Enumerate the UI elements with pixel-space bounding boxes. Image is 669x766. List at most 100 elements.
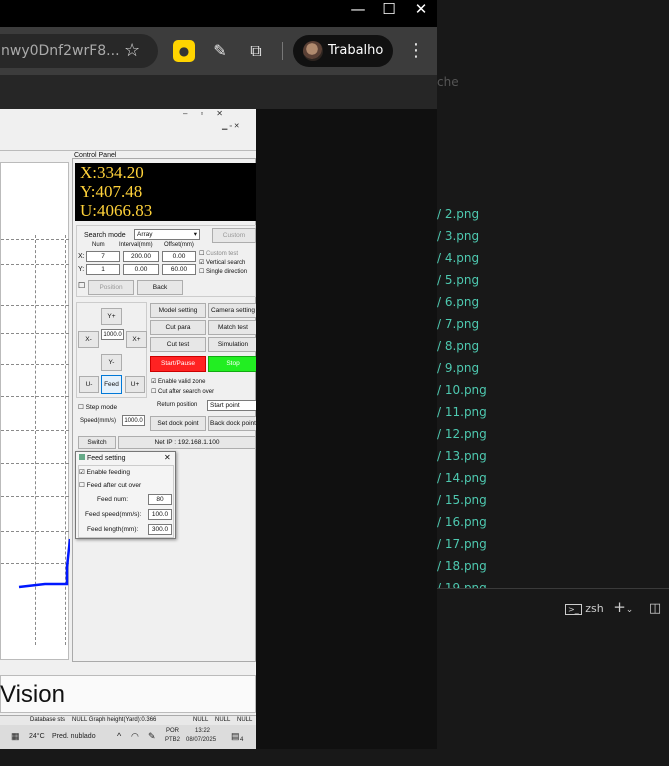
x-offset-field[interactable]: 0.00 bbox=[162, 251, 196, 262]
y-num-field[interactable]: 1 bbox=[86, 264, 120, 275]
file-item[interactable]: / 3.png bbox=[437, 225, 479, 247]
x-interval-field[interactable]: 200.00 bbox=[123, 251, 159, 262]
enable-valid-zone-option[interactable]: ☑ Enable valid zone bbox=[151, 377, 214, 387]
camera-setting-button[interactable]: Camera setting bbox=[208, 303, 256, 318]
feed-num-field[interactable]: 80 bbox=[148, 494, 172, 505]
cut-test-button[interactable]: Cut test bbox=[150, 337, 206, 352]
jog-x-minus-button[interactable]: X- bbox=[78, 331, 99, 348]
graph-view[interactable] bbox=[0, 162, 70, 660]
weather-icon: ▦ bbox=[11, 731, 20, 741]
match-test-button[interactable]: Match test bbox=[208, 320, 256, 335]
language-label[interactable]: POR bbox=[166, 728, 179, 734]
jog-u-plus-button[interactable]: U+ bbox=[125, 376, 145, 393]
file-item[interactable]: / 14.png bbox=[437, 467, 487, 489]
back-button[interactable]: Back bbox=[137, 280, 183, 295]
eyedropper-icon[interactable]: ✎ bbox=[209, 40, 231, 62]
file-item[interactable]: / 16.png bbox=[437, 511, 487, 533]
start-pause-button[interactable]: Start/Pause bbox=[150, 356, 206, 372]
weather-text[interactable]: Pred. nublado bbox=[52, 733, 96, 740]
file-item[interactable]: / 8.png bbox=[437, 335, 479, 357]
x-num-field[interactable]: 7 bbox=[86, 251, 120, 262]
window-controls[interactable]: –▫✕ bbox=[183, 109, 256, 120]
wifi-icon[interactable]: ◠ bbox=[131, 731, 139, 742]
header-num: Num bbox=[92, 242, 105, 248]
file-item[interactable]: / 15.png bbox=[437, 489, 487, 511]
file-item[interactable]: / 11.png bbox=[437, 401, 487, 423]
search-options: ☐ Custom test ☑ Vertical search ☐ Single… bbox=[199, 250, 247, 277]
jog-y-minus-button[interactable]: Y- bbox=[101, 354, 122, 371]
file-item[interactable]: / 5.png bbox=[437, 269, 479, 291]
file-item[interactable]: / 17.png bbox=[437, 533, 487, 555]
file-item[interactable]: / 4.png bbox=[437, 247, 479, 269]
mdi-controls[interactable]: ▁ ▫ ✕ bbox=[222, 122, 256, 132]
address-bar[interactable]: nwy0Dnf2wrF8... ☆ bbox=[0, 34, 158, 68]
file-item[interactable]: / 9.png bbox=[437, 357, 479, 379]
chevron-down-icon: ▾ bbox=[193, 231, 197, 238]
file-item[interactable]: / 12.png bbox=[437, 423, 487, 445]
keyboard-layout-label[interactable]: PTB2 bbox=[165, 737, 180, 743]
split-terminal-icon[interactable]: ◫ bbox=[649, 601, 661, 616]
single-direction-option[interactable]: ☐ Single direction bbox=[199, 268, 247, 277]
set-dock-point-button[interactable]: Set dock point bbox=[150, 416, 206, 431]
stop-button[interactable]: Stop bbox=[208, 356, 256, 372]
chevron-down-icon[interactable]: ⌄ bbox=[626, 605, 634, 615]
jog-x-plus-button[interactable]: X+ bbox=[126, 331, 147, 348]
jog-step-field[interactable]: 1000.0 bbox=[101, 329, 124, 340]
feed-after-cut-option[interactable]: ☐ Feed after cut over bbox=[79, 481, 141, 489]
clock-date[interactable]: 08/07/2025 bbox=[186, 737, 216, 743]
file-item[interactable]: / 6.png bbox=[437, 291, 479, 313]
custom-test-option[interactable]: ☐ Custom test bbox=[199, 250, 247, 259]
notification-icon[interactable]: ▤ bbox=[231, 731, 240, 742]
net-ip-display: Net IP : 192.168.1.100 bbox=[118, 436, 256, 449]
cut-after-search-option[interactable]: ☐ Cut after search over bbox=[151, 387, 214, 397]
vertical-search-option[interactable]: ☑ Vertical search bbox=[199, 259, 247, 268]
feed-speed-field[interactable]: 100.0 bbox=[148, 509, 172, 520]
feed-length-field[interactable]: 300.0 bbox=[148, 524, 172, 535]
model-setting-button[interactable]: Model setting bbox=[150, 303, 206, 318]
coord-y: Y:407.48 bbox=[80, 182, 143, 201]
profile-chip[interactable]: Trabalho bbox=[293, 35, 393, 67]
y-interval-field[interactable]: 0.00 bbox=[123, 264, 159, 275]
feed-button[interactable]: Feed bbox=[101, 375, 122, 394]
minimize-button[interactable]: — bbox=[343, 0, 373, 27]
pen-icon[interactable]: ✎ bbox=[148, 731, 156, 742]
single-direction-label: Single direction bbox=[206, 269, 248, 275]
step-mode-option[interactable]: ☐ Step mode bbox=[78, 403, 117, 411]
jog-u-minus-button[interactable]: U- bbox=[79, 376, 99, 393]
file-item[interactable]: / 2.png bbox=[437, 203, 479, 225]
weather-temp[interactable]: 24°C bbox=[29, 733, 45, 740]
feed-speed-label: Feed speed(mm/s): bbox=[85, 511, 142, 518]
y-offset-field[interactable]: 60.00 bbox=[162, 264, 196, 275]
speed-field[interactable]: 1000.0 bbox=[122, 415, 145, 426]
file-item[interactable]: / 10.png bbox=[437, 379, 487, 401]
file-item[interactable]: / 7.png bbox=[437, 313, 479, 335]
file-item[interactable]: / 18.png bbox=[437, 555, 487, 577]
terminal-tab[interactable]: >_ zsh +⌄ ◫ bbox=[565, 598, 661, 619]
kebab-menu-icon[interactable]: ⋮ bbox=[407, 37, 425, 65]
explorer-ghost-text: che bbox=[437, 75, 459, 89]
close-button[interactable]: ✕ bbox=[406, 0, 436, 27]
enable-feeding-option[interactable]: ☑ Enable feeding bbox=[79, 468, 130, 476]
search-mode-select[interactable]: Array ▾ bbox=[134, 229, 200, 240]
switch-button[interactable]: Switch bbox=[78, 436, 116, 449]
puzzle-icon[interactable]: ⧉ bbox=[245, 40, 267, 62]
file-item[interactable]: / 13.png bbox=[437, 445, 487, 467]
custom-button[interactable]: Custom bbox=[212, 228, 256, 243]
close-icon[interactable]: ✕ bbox=[164, 453, 171, 462]
extension-record-icon[interactable]: ● bbox=[173, 40, 195, 62]
new-terminal-icon[interactable]: + bbox=[613, 598, 626, 616]
cut-para-button[interactable]: Cut para bbox=[150, 320, 206, 335]
position-button[interactable]: Position bbox=[88, 280, 134, 295]
position-checkbox[interactable]: ☐ bbox=[78, 281, 85, 290]
return-position-select[interactable]: Start point bbox=[207, 400, 256, 411]
enable-feeding-label: Enable feeding bbox=[86, 469, 131, 476]
row-y-axis: Y: bbox=[78, 266, 85, 273]
star-icon[interactable]: ☆ bbox=[124, 34, 140, 68]
clock-time[interactable]: 13:22 bbox=[195, 728, 210, 734]
maximize-button[interactable]: ☐ bbox=[374, 0, 404, 27]
back-dock-point-button[interactable]: Back dock point bbox=[208, 416, 256, 431]
toolbar-divider bbox=[282, 42, 283, 60]
jog-y-plus-button[interactable]: Y+ bbox=[101, 308, 122, 325]
simulation-button[interactable]: Simulation bbox=[208, 337, 256, 352]
chevron-up-icon[interactable]: ^ bbox=[117, 731, 121, 741]
